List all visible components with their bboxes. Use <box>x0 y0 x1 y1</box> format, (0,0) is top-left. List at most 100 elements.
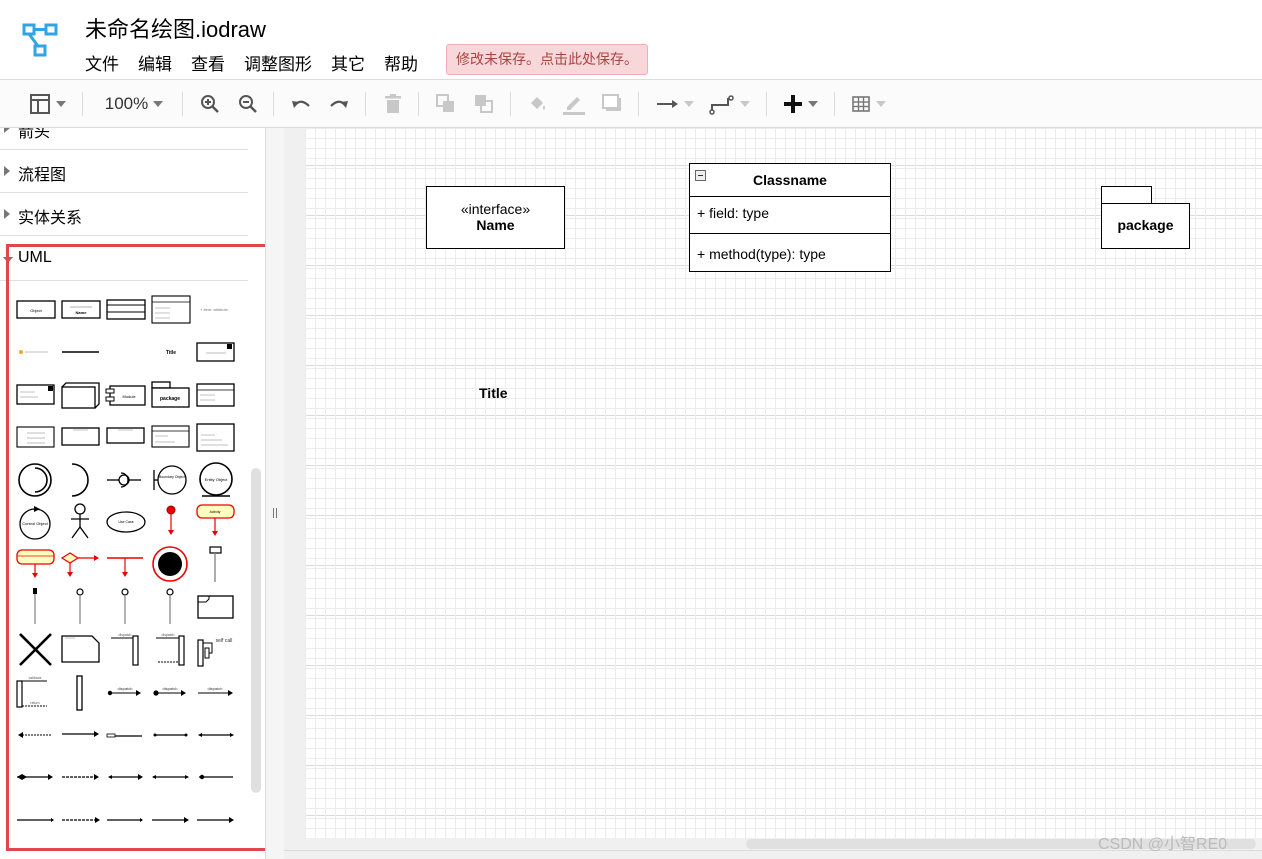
to-front-button[interactable] <box>432 80 460 128</box>
uml-lifeline-actor-shape[interactable] <box>33 588 37 624</box>
uml-destruction-shape[interactable] <box>19 633 52 666</box>
uml-lifeline-shape[interactable] <box>209 546 222 582</box>
uml-component-shape[interactable] <box>16 384 55 405</box>
uml-final-state-shape[interactable] <box>152 546 188 582</box>
uml-activity-shape[interactable]: Activity <box>196 504 235 536</box>
uml-association-shape[interactable] <box>153 733 188 737</box>
zoom-out-button[interactable] <box>234 80 262 128</box>
uml-link-shape[interactable] <box>17 818 54 822</box>
uml-class-methods-shape[interactable] <box>196 423 235 452</box>
uml-note-shape[interactable] <box>196 342 235 362</box>
uml-package-detailed-shape[interactable] <box>196 383 235 407</box>
shadow-button[interactable] <box>598 80 626 128</box>
canvas-class-shape[interactable]: Classname + field: type + method(type): … <box>689 163 891 272</box>
uml-generalization-shape[interactable] <box>107 818 143 822</box>
insert-button[interactable] <box>778 80 822 128</box>
collapse-icon[interactable] <box>695 170 706 181</box>
canvas-package-shape[interactable]: package <box>1101 186 1190 250</box>
uml-provided-interface-shape[interactable] <box>18 463 52 497</box>
uml-composition-shape[interactable] <box>62 774 99 780</box>
uml-return-arrow-shape[interactable] <box>18 732 52 738</box>
uml-aggregation-shape[interactable] <box>17 774 53 780</box>
uml-dependency-shape[interactable] <box>108 774 143 780</box>
uml-title-shape[interactable]: Title <box>166 350 176 356</box>
menu-extras[interactable]: 其它 <box>331 50 365 75</box>
sidebar-splitter[interactable] <box>266 128 284 859</box>
uml-attribute-icon-shape[interactable] <box>19 350 48 354</box>
uml-activation-bar-shape[interactable] <box>76 675 83 711</box>
uml-class-fields-shape[interactable] <box>151 425 190 448</box>
uml-dispatch-dot-shape-2[interactable]: dispatch <box>153 686 186 696</box>
uml-decision-shape[interactable] <box>60 552 99 577</box>
uml-link-dot-shape[interactable] <box>199 774 233 780</box>
uml-note-fold-shape[interactable] <box>61 635 100 663</box>
unsaved-changes-banner[interactable]: 修改未保存。点击此处保存。 <box>446 44 648 75</box>
toolbar-divider <box>82 92 83 116</box>
uml-package-shape[interactable]: package <box>151 381 190 408</box>
table-icon <box>851 96 870 112</box>
uml-interface-box-shape[interactable] <box>61 427 100 446</box>
uml-fork-shape[interactable] <box>107 557 143 577</box>
uml-message-bar-shape[interactable] <box>106 733 142 738</box>
uml-required-interface-shape[interactable] <box>71 463 89 497</box>
document-title[interactable]: 未命名绘图.iodraw <box>85 12 266 44</box>
uml-boundary-shape[interactable]: Boundary Object <box>153 465 187 495</box>
canvas-title-shape[interactable]: Title <box>479 385 508 401</box>
diagram-canvas[interactable]: «interface» Name Classname + field: type… <box>305 128 1262 838</box>
uml-class-box-shape[interactable] <box>106 427 145 444</box>
uml-entity-shape[interactable]: Entity Object <box>199 462 233 497</box>
uml-composite-state-shape[interactable] <box>16 549 55 578</box>
table-button[interactable] <box>846 80 890 128</box>
uml-frame-box-shape[interactable] <box>197 595 234 619</box>
class-field[interactable]: + field: type <box>690 197 890 234</box>
uml-class-3-section-shape[interactable] <box>151 295 191 324</box>
uml-initial-state-shape[interactable] <box>166 505 176 535</box>
uml-module-shape[interactable]: Module <box>105 385 146 406</box>
to-back-button[interactable] <box>470 80 498 128</box>
uml-use-case-shape[interactable]: Use Case <box>106 511 146 533</box>
uml-lollipop-shape[interactable] <box>107 472 141 488</box>
uml-frame-shape[interactable] <box>16 426 55 448</box>
uml-navigable-shape[interactable] <box>152 817 189 823</box>
uml-dispatch-dot-shape[interactable]: dispatch <box>107 686 141 696</box>
zoom-level: 100% <box>104 94 149 113</box>
uml-directed-association-shape[interactable] <box>152 775 189 779</box>
undo-button[interactable] <box>287 80 315 128</box>
uml-realization-shape[interactable] <box>62 817 100 823</box>
zoom-in-button[interactable] <box>196 80 224 128</box>
uml-actor-shape[interactable] <box>71 503 89 539</box>
uml-activation-return-shape[interactable]: dispatch <box>156 633 185 666</box>
fill-color-button[interactable] <box>524 80 552 128</box>
uml-lifeline-boundary-shape[interactable] <box>76 588 84 624</box>
zoom-level-dropdown[interactable]: 100% <box>96 80 172 128</box>
uml-attribute-shape[interactable]: + item: attribute <box>200 307 228 312</box>
uml-interface-shape[interactable]: Name <box>61 300 101 319</box>
uml-class-shape[interactable] <box>106 299 146 320</box>
uml-node-shape[interactable] <box>61 382 100 409</box>
uml-self-call-shape[interactable]: self call <box>197 638 232 667</box>
waypoints-button[interactable] <box>706 80 752 128</box>
canvas-interface-shape[interactable]: «interface» Name <box>426 186 565 249</box>
menu-help[interactable]: 帮助 <box>384 50 418 75</box>
uml-arrow-shape[interactable] <box>197 817 234 823</box>
menu-edit[interactable]: 编辑 <box>138 50 172 75</box>
uml-message-shape[interactable] <box>62 731 99 737</box>
layout-panel-button[interactable] <box>24 80 70 128</box>
uml-activation-dispatch-shape[interactable]: dispatch <box>111 633 139 666</box>
uml-association-arrow-shape[interactable] <box>198 733 234 737</box>
menu-file[interactable]: 文件 <box>85 50 119 75</box>
uml-callback-shape[interactable]: callback return <box>16 676 47 708</box>
menu-view[interactable]: 查看 <box>191 50 225 75</box>
uml-lifeline-entity-shape[interactable] <box>166 588 174 624</box>
uml-control-shape[interactable]: Control Object <box>19 506 51 540</box>
line-color-button[interactable] <box>560 80 588 128</box>
uml-lifeline-control-shape[interactable] <box>121 588 129 624</box>
redo-button[interactable] <box>325 80 353 128</box>
connection-style-button[interactable] <box>652 80 696 128</box>
menu-arrange[interactable]: 调整图形 <box>244 50 312 75</box>
class-method[interactable]: + method(type): type <box>690 234 890 274</box>
uml-object-shape[interactable]: Object <box>16 300 56 319</box>
delete-button[interactable] <box>379 80 407 128</box>
uml-dispatch-shape[interactable]: dispatch <box>198 686 233 696</box>
sidebar-scrollbar[interactable] <box>251 468 261 793</box>
